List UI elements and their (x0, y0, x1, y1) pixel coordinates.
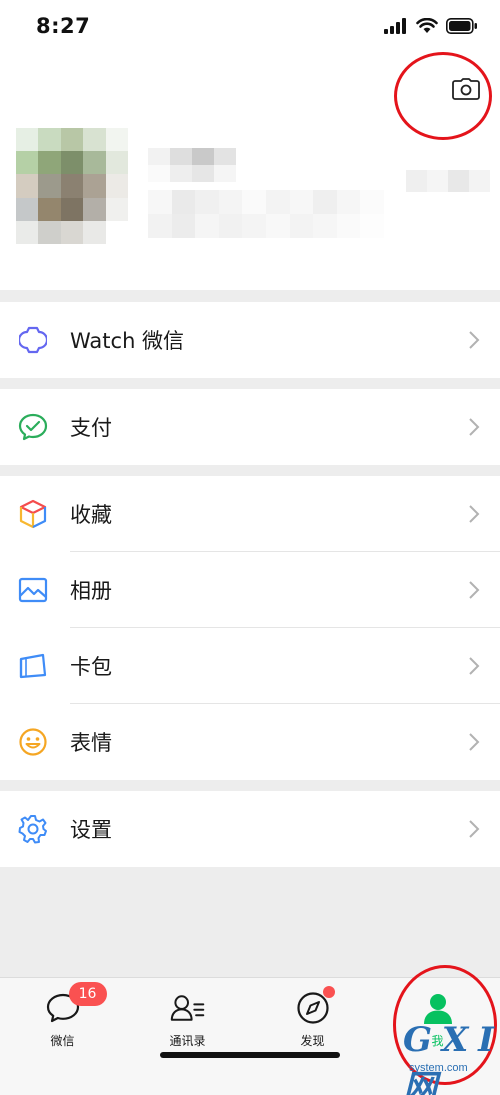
profile-header[interactable] (0, 52, 500, 290)
tab-label: 通讯录 (169, 1034, 206, 1048)
watermark-domain: system.com (409, 1062, 468, 1074)
watermark-logo-text: G X I 网 (403, 1020, 494, 1095)
menu-item-label: 卡包 (70, 655, 112, 679)
contacts-icon (170, 990, 206, 1026)
chevron-right-icon (469, 820, 480, 838)
avatar[interactable] (16, 128, 128, 244)
pay-icon (17, 411, 49, 443)
nickname-blurred (148, 148, 236, 182)
tab-discover[interactable]: 发现 (250, 986, 375, 1060)
tab-chats[interactable]: 16 微信 (0, 982, 125, 1060)
menu-item-cards[interactable]: 卡包 (0, 628, 500, 704)
smiley-face-icon (17, 726, 49, 758)
camera-highlight-annotation (394, 52, 492, 140)
tab-label: 微信 (50, 1034, 75, 1048)
gear-icon (17, 813, 49, 845)
site-watermark: G X I 网 system.com (403, 1020, 499, 1095)
menu-item-album[interactable]: 相册 (0, 552, 500, 628)
wechat-id-blurred (148, 190, 384, 238)
group-collections: 收藏 相册 卡包 表情 (0, 476, 500, 780)
unread-badge: 16 (68, 982, 107, 1006)
status-time: 8:27 (36, 14, 91, 38)
chevron-right-icon (469, 733, 480, 751)
status-icons (384, 18, 478, 34)
status-bar: 8:27 (0, 0, 500, 56)
chevron-right-icon (469, 418, 480, 436)
chevron-right-icon (469, 505, 480, 523)
compass-icon (295, 986, 335, 1026)
menu-item-stickers[interactable]: 表情 (0, 704, 500, 780)
menu-item-settings[interactable]: 设置 (0, 791, 500, 867)
status-blurred[interactable] (406, 170, 490, 192)
chevron-right-icon (469, 331, 480, 349)
chevron-right-icon (469, 657, 480, 675)
chevron-right-icon (469, 581, 480, 599)
wifi-icon (416, 18, 438, 33)
favorites-cube-icon (17, 498, 49, 530)
cellular-signal-icon (384, 18, 406, 34)
menu-item-label: Watch 微信 (70, 329, 185, 353)
menu-item-label: 收藏 (70, 503, 112, 527)
card-wallet-icon (17, 650, 49, 682)
battery-icon (446, 18, 477, 34)
group-pay: 支付 (0, 389, 500, 465)
menu-item-label: 设置 (70, 818, 112, 842)
menu-item-label: 支付 (70, 416, 112, 440)
new-dot-badge (322, 986, 335, 998)
tab-label: 发现 (300, 1034, 325, 1048)
menu-item-label: 表情 (70, 731, 112, 755)
chat-bubble-icon: 16 (45, 982, 107, 1026)
group-watch: Watch 微信 (0, 302, 500, 378)
menu-item-favorites[interactable]: 收藏 (0, 476, 500, 552)
group-settings: 设置 (0, 791, 500, 867)
album-image-icon (17, 574, 49, 606)
menu-item-label: 相册 (70, 579, 112, 603)
menu-item-pay[interactable]: 支付 (0, 389, 500, 465)
watch-icon (17, 324, 49, 356)
home-indicator (160, 1052, 340, 1058)
menu-item-watch[interactable]: Watch 微信 (0, 302, 500, 378)
tab-contacts[interactable]: 通讯录 (125, 990, 250, 1060)
